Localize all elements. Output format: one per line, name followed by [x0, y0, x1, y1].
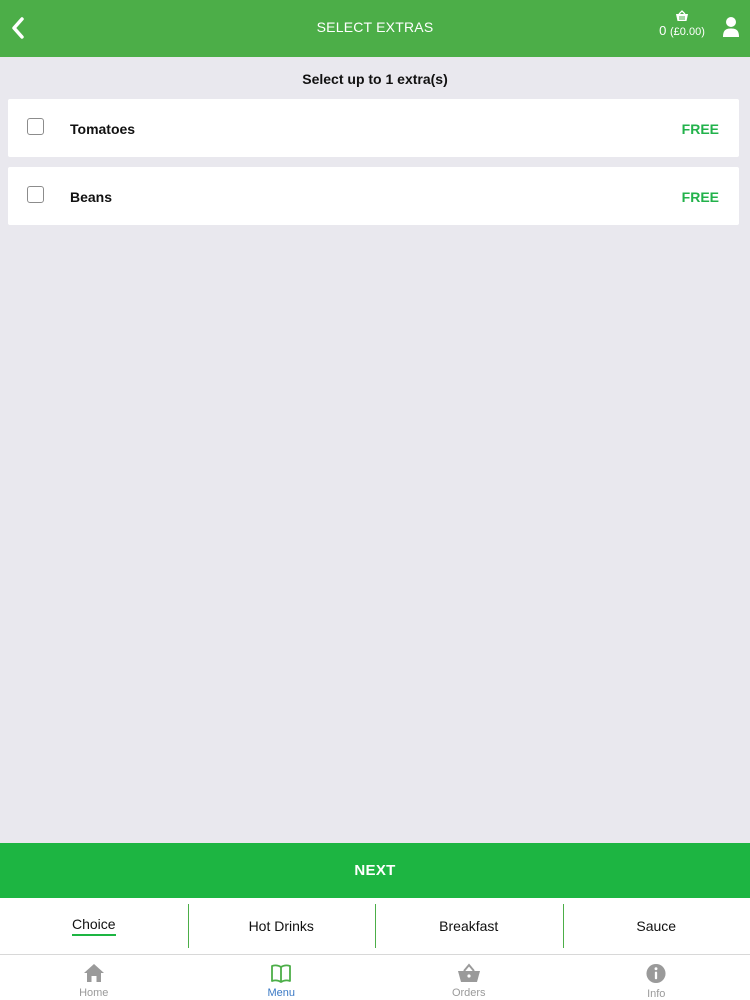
- extra-item-tomatoes[interactable]: Tomatoes FREE: [8, 99, 739, 157]
- basket-count: 0: [659, 23, 667, 38]
- nav-label: Menu: [267, 987, 296, 999]
- extra-name: Beans: [70, 189, 113, 205]
- home-icon: [83, 964, 104, 982]
- basket-icon: [676, 10, 688, 21]
- next-button[interactable]: NEXT: [0, 843, 750, 898]
- info-icon: [646, 963, 666, 984]
- basket-button[interactable]: 0 (£0.00): [652, 9, 712, 49]
- menu-book-icon: [271, 964, 292, 983]
- nav-label: Home: [79, 987, 109, 999]
- extra-item-beans[interactable]: Beans FREE: [8, 167, 739, 225]
- extras-instruction: Select up to 1 extra(s): [302, 71, 448, 87]
- nav-home[interactable]: Home: [0, 955, 188, 1000]
- basket-total: (£0.00): [670, 26, 705, 38]
- tab-label: Breakfast: [439, 918, 499, 934]
- tab-label: Choice: [71, 916, 116, 936]
- nav-label: Info: [647, 988, 666, 1000]
- user-icon: [723, 17, 739, 37]
- extra-price: FREE: [681, 189, 719, 205]
- tab-hot-drinks[interactable]: Hot Drinks: [187, 898, 376, 954]
- nav-orders[interactable]: Orders: [375, 955, 563, 1000]
- extra-checkbox[interactable]: [27, 118, 44, 135]
- extra-checkbox[interactable]: [27, 186, 44, 203]
- tab-sauce[interactable]: Sauce: [562, 898, 750, 954]
- extra-name: Tomatoes: [70, 121, 136, 137]
- page-title: SELECT EXTRAS: [316, 19, 434, 35]
- nav-menu[interactable]: Menu: [188, 955, 376, 1000]
- tab-breakfast[interactable]: Breakfast: [375, 898, 563, 954]
- category-tabs: Choice Hot Drinks Breakfast Sauce: [0, 898, 750, 955]
- bottom-navigation: Home Menu Orders Info: [0, 955, 750, 1000]
- tab-label: Sauce: [636, 918, 677, 934]
- nav-label: Orders: [451, 987, 486, 999]
- extra-price: FREE: [681, 121, 719, 137]
- tab-label: Hot Drinks: [248, 918, 314, 934]
- basket-icon: [457, 963, 480, 982]
- account-button[interactable]: [722, 16, 742, 40]
- nav-info[interactable]: Info: [563, 955, 750, 1000]
- top-bar: SELECT EXTRAS 0 (£0.00): [0, 0, 750, 57]
- tab-choice[interactable]: Choice: [0, 898, 188, 954]
